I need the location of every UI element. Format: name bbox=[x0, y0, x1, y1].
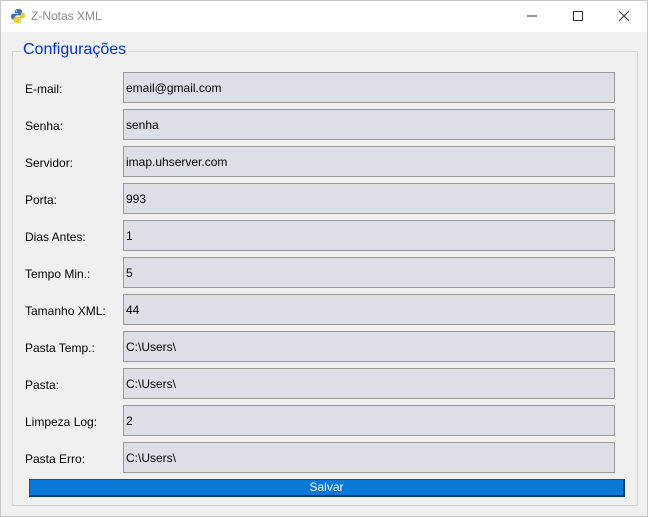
maximize-icon bbox=[573, 8, 583, 26]
senha-field[interactable] bbox=[123, 109, 615, 140]
app-window: Z-Notas XML Configurações E-mail: Senha:… bbox=[0, 0, 648, 517]
python-icon bbox=[10, 8, 26, 24]
tamanho-xml-label: Tamanho XML: bbox=[25, 304, 106, 318]
pasta-field[interactable] bbox=[123, 368, 615, 399]
save-button[interactable]: Salvar bbox=[29, 479, 625, 497]
maximize-button[interactable] bbox=[555, 1, 601, 32]
pasta-label: Pasta: bbox=[25, 378, 60, 392]
porta-label: Porta: bbox=[25, 193, 58, 207]
minimize-icon bbox=[527, 8, 537, 26]
servidor-field[interactable] bbox=[123, 146, 615, 177]
title-bar[interactable]: Z-Notas XML bbox=[1, 1, 647, 32]
pasta-temp-label: Pasta Temp.: bbox=[25, 341, 95, 355]
close-button[interactable] bbox=[601, 1, 647, 32]
dias-antes-field[interactable] bbox=[123, 220, 615, 251]
minimize-button[interactable] bbox=[509, 1, 555, 32]
pasta-erro-label: Pasta Erro: bbox=[25, 452, 86, 466]
close-icon bbox=[618, 8, 630, 26]
tempo-min-label: Tempo Min.: bbox=[25, 267, 91, 281]
limpeza-log-field[interactable] bbox=[123, 405, 615, 436]
dias-antes-label: Dias Antes: bbox=[25, 230, 86, 244]
tamanho-xml-field[interactable] bbox=[123, 294, 615, 325]
email-field[interactable] bbox=[123, 72, 615, 103]
group-title: Configurações bbox=[21, 41, 129, 59]
senha-label: Senha: bbox=[25, 119, 64, 133]
porta-field[interactable] bbox=[123, 183, 615, 214]
servidor-label: Servidor: bbox=[25, 156, 74, 170]
email-label: E-mail: bbox=[25, 82, 63, 96]
limpeza-log-label: Limpeza Log: bbox=[25, 415, 98, 429]
window-title: Z-Notas XML bbox=[31, 9, 102, 23]
pasta-temp-field[interactable] bbox=[123, 331, 615, 362]
pasta-erro-field[interactable] bbox=[123, 442, 615, 473]
tempo-min-field[interactable] bbox=[123, 257, 615, 288]
